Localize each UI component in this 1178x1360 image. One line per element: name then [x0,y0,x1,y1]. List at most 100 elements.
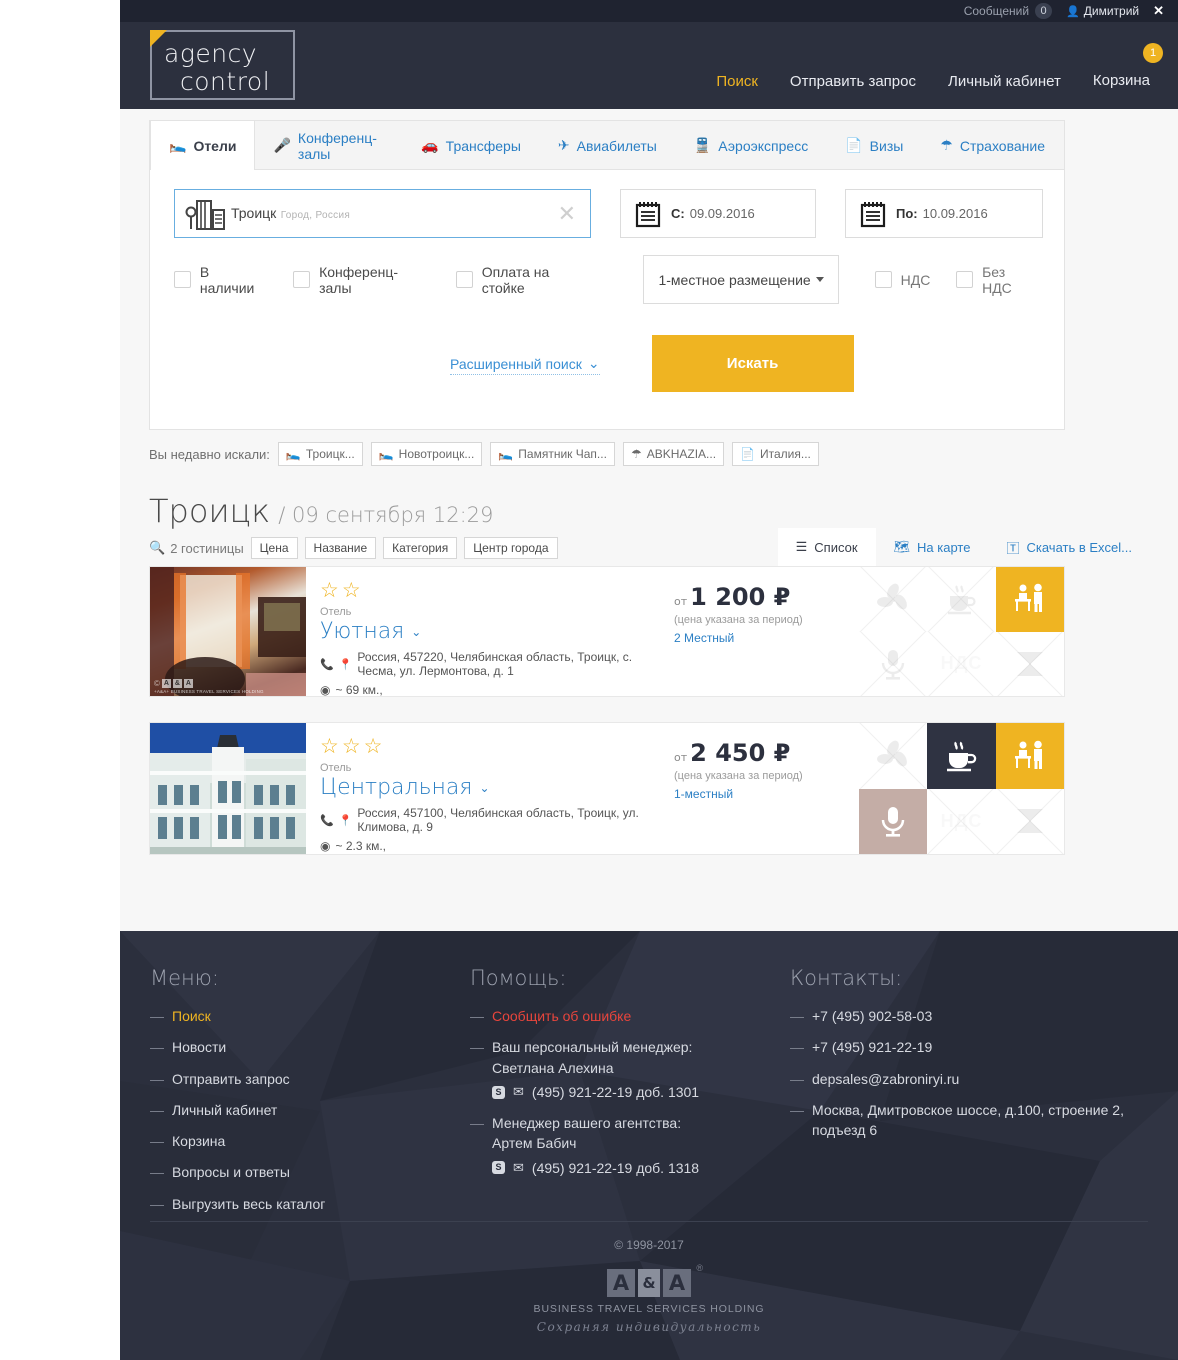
checkbox-no-vat[interactable]: Без НДС [956,264,1038,296]
watermark-amp: & [172,679,182,688]
recent-chip-novotroick[interactable]: 🛌 Новотроицк... [370,442,483,466]
checkbox-vat[interactable]: НДС [874,271,930,288]
nav-item-account[interactable]: Личный кабинет [948,73,1061,90]
hotel-thumbnail[interactable]: © A & A +A&A+ BUSINESS TRAVEL SERVICES H… [150,567,306,696]
date-from-field[interactable]: С: 09.09.2016 [620,189,816,238]
copyright-icon: © [154,679,160,688]
footer-phone-2[interactable]: — +7 (495) 921-22-19 [790,1037,1130,1057]
microphone-icon [877,647,909,681]
tab-visas[interactable]: 📄 Визы [827,121,922,170]
checkbox-box [293,271,311,288]
recent-chip-italy[interactable]: 📄 Италия... [732,442,819,466]
checkbox-conference-halls[interactable]: Конференц-залы [293,264,430,296]
checkbox-pay-at-desk[interactable]: Оплата на стойке [455,264,596,296]
footer-menu-title: Меню: [150,966,219,990]
recent-chip-troick[interactable]: 🛌 Троицк... [277,442,363,466]
tab-conference-halls[interactable]: 🎤 Конференц-залы [255,121,403,170]
personal-manager-block: Ваш персональный менеджер: Светлана Алех… [492,1037,699,1102]
advanced-search-link[interactable]: Расширенный поиск ⌄ [450,355,600,375]
city-input[interactable]: Троицк Город, Россия ✕ [174,189,591,238]
hotel-card[interactable]: ☆ ☆ ☆ Отель Центральная ⌄ 📞 📍 Россия, 45… [149,722,1065,855]
sort-category-button[interactable]: Категория [383,537,458,559]
view-tab-map[interactable]: 🗺 На карте [876,528,989,566]
calendar-icon [860,200,886,228]
footer-email[interactable]: — depsales@zabroniryi.ru [790,1069,1130,1089]
footer-link-news[interactable]: — Новости [150,1037,470,1057]
price-prefix: от [674,751,688,764]
search-submit-button[interactable]: Искать [651,335,854,392]
view-tab-map-label: На карте [917,539,971,555]
view-tab-excel[interactable]: 🅃 Скачать в Excel... [988,528,1150,566]
hotel-name-text: Центральная [320,775,473,800]
close-icon[interactable]: ✕ [1153,3,1164,19]
skype-icon[interactable]: S [492,1161,505,1175]
recent-chip-abkhazia[interactable]: ☂ ABKHAZIA... [622,442,725,466]
amenity-projector [995,788,1064,854]
view-tab-list[interactable]: ☰ Список [777,528,876,566]
sort-city-center-button[interactable]: Центр города [464,537,558,559]
tab-hotels[interactable]: 🛌 Отели [150,120,256,170]
checkbox-available[interactable]: В наличии [174,264,267,296]
hotel-address: 📞 📍 Россия, 457100, Челябинская область,… [320,806,674,834]
footer-link-cart[interactable]: — Корзина [150,1131,470,1151]
date-to-field[interactable]: По: 10.09.2016 [845,189,1043,238]
mail-icon[interactable]: ✉ [513,1083,524,1102]
amenity-conference [859,631,928,696]
microphone-icon [876,803,910,839]
hotel-name[interactable]: Уютная ⌄ [320,619,674,644]
nav-item-cart[interactable]: Корзина [1093,72,1150,89]
user-menu[interactable]: 👤 Димитрий [1066,4,1139,18]
hotel-address-text: Россия, 457100, Челябинская область, Тро… [357,806,639,834]
tab-transfers[interactable]: 🚗 Трансферы [403,121,540,170]
checkbox-box [874,271,892,288]
checkbox-conference-halls-label: Конференц-залы [319,263,399,296]
brand-slogan: Сохраняя индивидуальность [536,1320,762,1334]
nav-item-search[interactable]: Поиск [716,73,758,90]
footer-phone-1[interactable]: — +7 (495) 902-58-03 [790,1006,1130,1026]
mail-icon[interactable]: ✉ [513,1159,524,1178]
footer-report-error[interactable]: — Сообщить об ошибке [470,1006,790,1026]
dash: — [150,1195,164,1212]
map-icon: 🗺 [893,539,911,554]
recent-chip-pamyatnik[interactable]: 🛌 Памятник Чап... [490,442,615,466]
footer-copyright: © 1998-2017 [614,1238,684,1252]
recent-chip-label: Италия... [760,447,811,461]
sort-name-button[interactable]: Название [304,537,377,559]
footer-link-search[interactable]: — Поиск [150,1006,470,1026]
amenity-reception [995,723,1064,789]
tab-flights[interactable]: ✈ Авиабилеты [540,121,676,170]
hotel-name[interactable]: Центральная ⌄ [320,775,674,800]
footer-link-export-catalog[interactable]: — Выгрузить весь каталог [150,1194,470,1214]
footer-link-send-request[interactable]: — Отправить запрос [150,1069,470,1089]
hotel-card[interactable]: © A & A +A&A+ BUSINESS TRAVEL SERVICES H… [149,566,1065,697]
date-to-label: По: [896,206,918,221]
price-note: (цена указана за период) [674,770,803,782]
checkbox-box [956,271,974,288]
sort-price-button[interactable]: Цена [250,537,298,559]
view-mode-tabs: ☰ Список 🗺 На карте 🅃 Скачать в Excel... [777,528,1150,566]
room-type-link[interactable]: 1-местный [674,787,859,801]
price-note: (цена указана за период) [674,614,803,626]
amenity-reception [995,567,1064,632]
hotel-type: Отель [320,762,352,774]
footer-link-account[interactable]: — Личный кабинет [150,1100,470,1120]
messages-indicator[interactable]: Сообщений 0 [964,3,1053,19]
room-type-link[interactable]: 2 Местный [674,631,859,645]
hotel-thumbnail[interactable] [150,723,306,854]
clear-city-icon[interactable]: ✕ [558,203,576,225]
tab-insurance[interactable]: ☂ Страхование [922,121,1064,170]
tab-aeroexpress[interactable]: 🚆 Аэроэкспресс [676,121,827,170]
logo[interactable]: agency control [150,30,295,100]
hotel-price: от 1 200 ₽ [674,583,859,611]
skype-icon[interactable]: S [492,1085,505,1099]
footer-brand-logo: A & A ® BUSINESS TRAVEL SERVICES HOLDING… [120,1263,1178,1334]
building-icon [185,196,227,232]
occupancy-select[interactable]: 1-местное размещение [643,255,839,304]
hotel-distance-text: ~ 69 км., [335,683,383,697]
nav-item-send-request[interactable]: Отправить запрос [790,73,916,90]
tab-conference-halls-label: Конференц-залы [297,129,377,162]
tab-insurance-label: Страхование [959,137,1045,154]
footer-link-faq[interactable]: — Вопросы и ответы [150,1162,470,1182]
hotel-price: от 2 450 ₽ [674,739,859,767]
target-icon: ◉ [320,839,331,853]
